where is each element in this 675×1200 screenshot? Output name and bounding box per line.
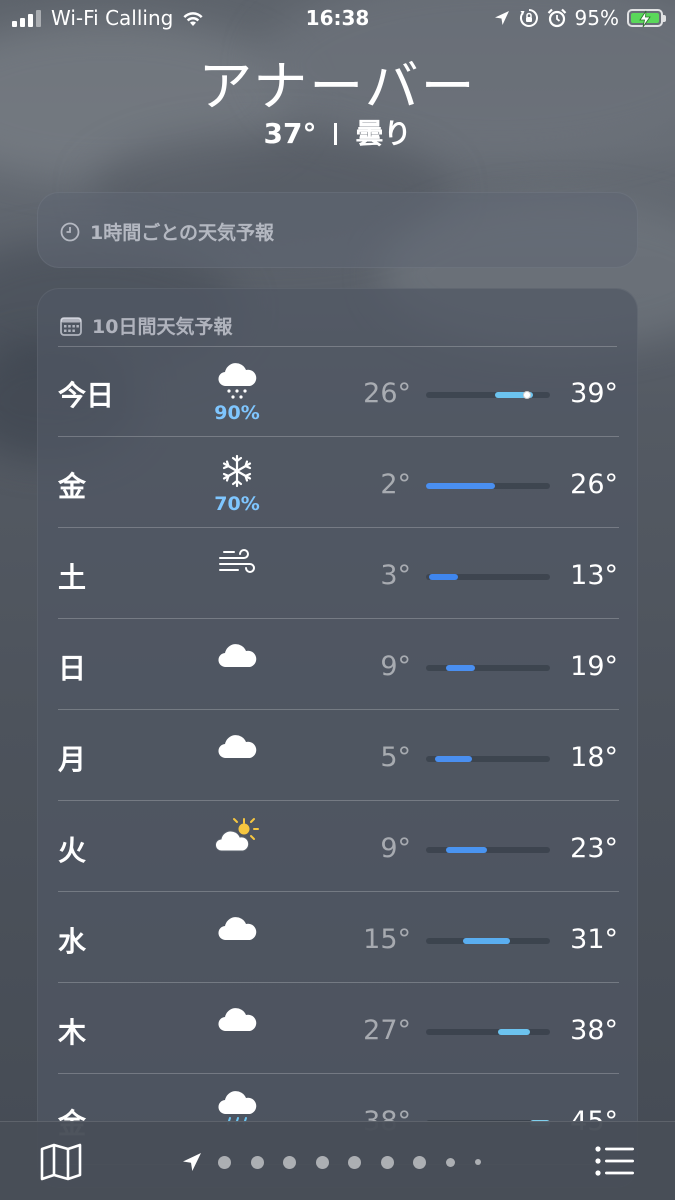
high-temp: 26° — [570, 469, 618, 500]
forecast-rows: 今日 90% 26° 39° 金 70% 2° 26° 土 3° 13° 日 9° 19° 月 5° 18° 火 9… — [38, 346, 637, 1165]
wind-icon — [214, 542, 260, 582]
high-temp: 18° — [570, 742, 618, 773]
page-dot[interactable] — [380, 1155, 394, 1169]
low-temp: 3° — [380, 560, 411, 591]
cloud-sun-icon — [214, 815, 260, 855]
ten-day-forecast-card[interactable]: 10日間天気予報 今日 90% 26° 39° 金 70% 2° 26° 土 3° 13° 日 9° 19… — [37, 288, 638, 1188]
forecast-row[interactable]: 今日 90% 26° 39° — [38, 346, 637, 437]
high-temp: 23° — [570, 833, 618, 864]
hourly-forecast-card[interactable]: 1時間ごとの天気予報 — [37, 192, 638, 268]
cloud-snow-icon — [214, 360, 260, 400]
forecast-row[interactable]: 日 9° 19° — [38, 619, 637, 710]
forecast-row[interactable]: 土 3° 13° — [38, 528, 637, 619]
current-temp-dot — [522, 391, 531, 399]
page-dot[interactable] — [250, 1155, 264, 1169]
forecast-day: 土 — [58, 561, 87, 594]
page-dot[interactable] — [413, 1155, 426, 1169]
high-temp: 19° — [570, 651, 618, 682]
temp-range-bar — [446, 847, 487, 853]
snowflake-icon — [214, 451, 260, 491]
forecast-row[interactable]: 月 5° 18° — [38, 710, 637, 801]
page-dot[interactable] — [474, 1159, 481, 1165]
high-temp: 13° — [570, 560, 618, 591]
battery-charging-icon — [627, 9, 666, 28]
high-temp: 31° — [570, 924, 618, 955]
current-summary: 37° 曇り — [0, 112, 675, 152]
forecast-row[interactable]: 水 15° 31° — [38, 892, 637, 983]
page-dot[interactable] — [218, 1155, 231, 1169]
high-temp: 38° — [570, 1015, 618, 1046]
cloud-icon — [214, 997, 260, 1037]
city-name: アナーバー — [198, 55, 477, 118]
list-icon[interactable] — [595, 1146, 635, 1176]
temp-range-track — [426, 1029, 550, 1035]
current-temperature: 37° — [263, 117, 317, 150]
temp-range-track — [426, 756, 550, 762]
forecast-day: 日 — [58, 652, 87, 685]
low-temp: 9° — [380, 833, 411, 864]
calendar-icon — [60, 316, 82, 336]
high-temp: 39° — [570, 378, 618, 409]
page-dot[interactable] — [445, 1157, 455, 1167]
bottom-toolbar — [0, 1121, 675, 1200]
alarm-icon — [547, 8, 566, 28]
location-arrow-icon — [494, 11, 509, 25]
map-icon[interactable] — [40, 1143, 82, 1181]
summary-separator — [334, 123, 338, 145]
ten-day-forecast-title: 10日間天気予報 — [92, 316, 233, 338]
low-temp: 26° — [363, 378, 411, 409]
forecast-day: 水 — [58, 925, 87, 958]
forecast-row[interactable]: 火 9° 23° — [38, 801, 637, 892]
forecast-row[interactable]: 木 27° 38° — [38, 983, 637, 1074]
temp-range-bar — [426, 483, 496, 489]
status-bar: Wi-Fi Calling 16:38 95% — [0, 0, 675, 38]
orientation-lock-icon — [519, 9, 538, 27]
forecast-day: 今日 — [58, 379, 115, 412]
cloud-icon — [214, 906, 260, 946]
forecast-day: 火 — [58, 834, 87, 867]
forecast-day: 木 — [58, 1016, 87, 1049]
page-indicator[interactable] — [180, 1150, 500, 1174]
battery-percent: 95% — [574, 6, 619, 30]
temp-range-bar — [446, 665, 475, 671]
hourly-forecast-title: 1時間ごとの天気予報 — [90, 222, 275, 244]
forecast-day: 月 — [58, 743, 87, 776]
low-temp: 15° — [363, 924, 411, 955]
low-temp: 5° — [380, 742, 411, 773]
temp-range-track — [426, 574, 550, 580]
current-condition: 曇り — [355, 117, 412, 150]
forecast-day: 金 — [58, 470, 87, 503]
temp-range-track — [426, 391, 550, 399]
temp-range-track — [426, 483, 550, 489]
precip-chance: 90% — [214, 402, 260, 424]
page-dot[interactable] — [315, 1155, 329, 1169]
clock-icon — [60, 222, 80, 241]
temp-range-track — [426, 847, 550, 853]
page-dot[interactable] — [348, 1155, 361, 1169]
temp-range-track — [426, 938, 550, 944]
cloud-icon — [214, 724, 260, 764]
temp-range-bar — [463, 938, 510, 944]
temp-range-track — [426, 665, 550, 671]
low-temp: 9° — [380, 651, 411, 682]
page-dot[interactable] — [283, 1155, 296, 1169]
forecast-row[interactable]: 金 70% 2° 26° — [38, 437, 637, 528]
cloud-icon — [214, 633, 260, 673]
temp-range-bar — [434, 756, 473, 762]
low-temp: 27° — [363, 1015, 411, 1046]
low-temp: 2° — [380, 469, 411, 500]
temp-range-bar — [498, 1029, 530, 1035]
precip-chance: 70% — [214, 493, 260, 515]
location-arrow-icon[interactable] — [180, 1150, 204, 1174]
temp-range-bar — [428, 574, 458, 580]
